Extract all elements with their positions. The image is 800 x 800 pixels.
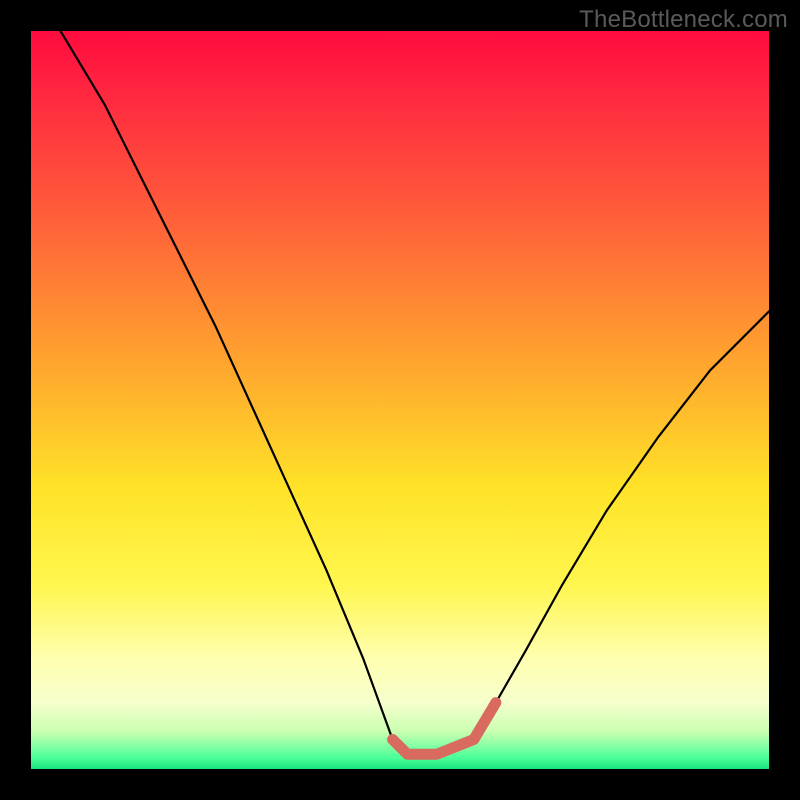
bottleneck-curve (61, 31, 770, 754)
chart-frame: TheBottleneck.com (0, 0, 800, 800)
plot-area (31, 31, 769, 769)
highlight-segment (393, 703, 496, 755)
watermark-text: TheBottleneck.com (579, 6, 788, 34)
curve-svg (31, 31, 769, 769)
